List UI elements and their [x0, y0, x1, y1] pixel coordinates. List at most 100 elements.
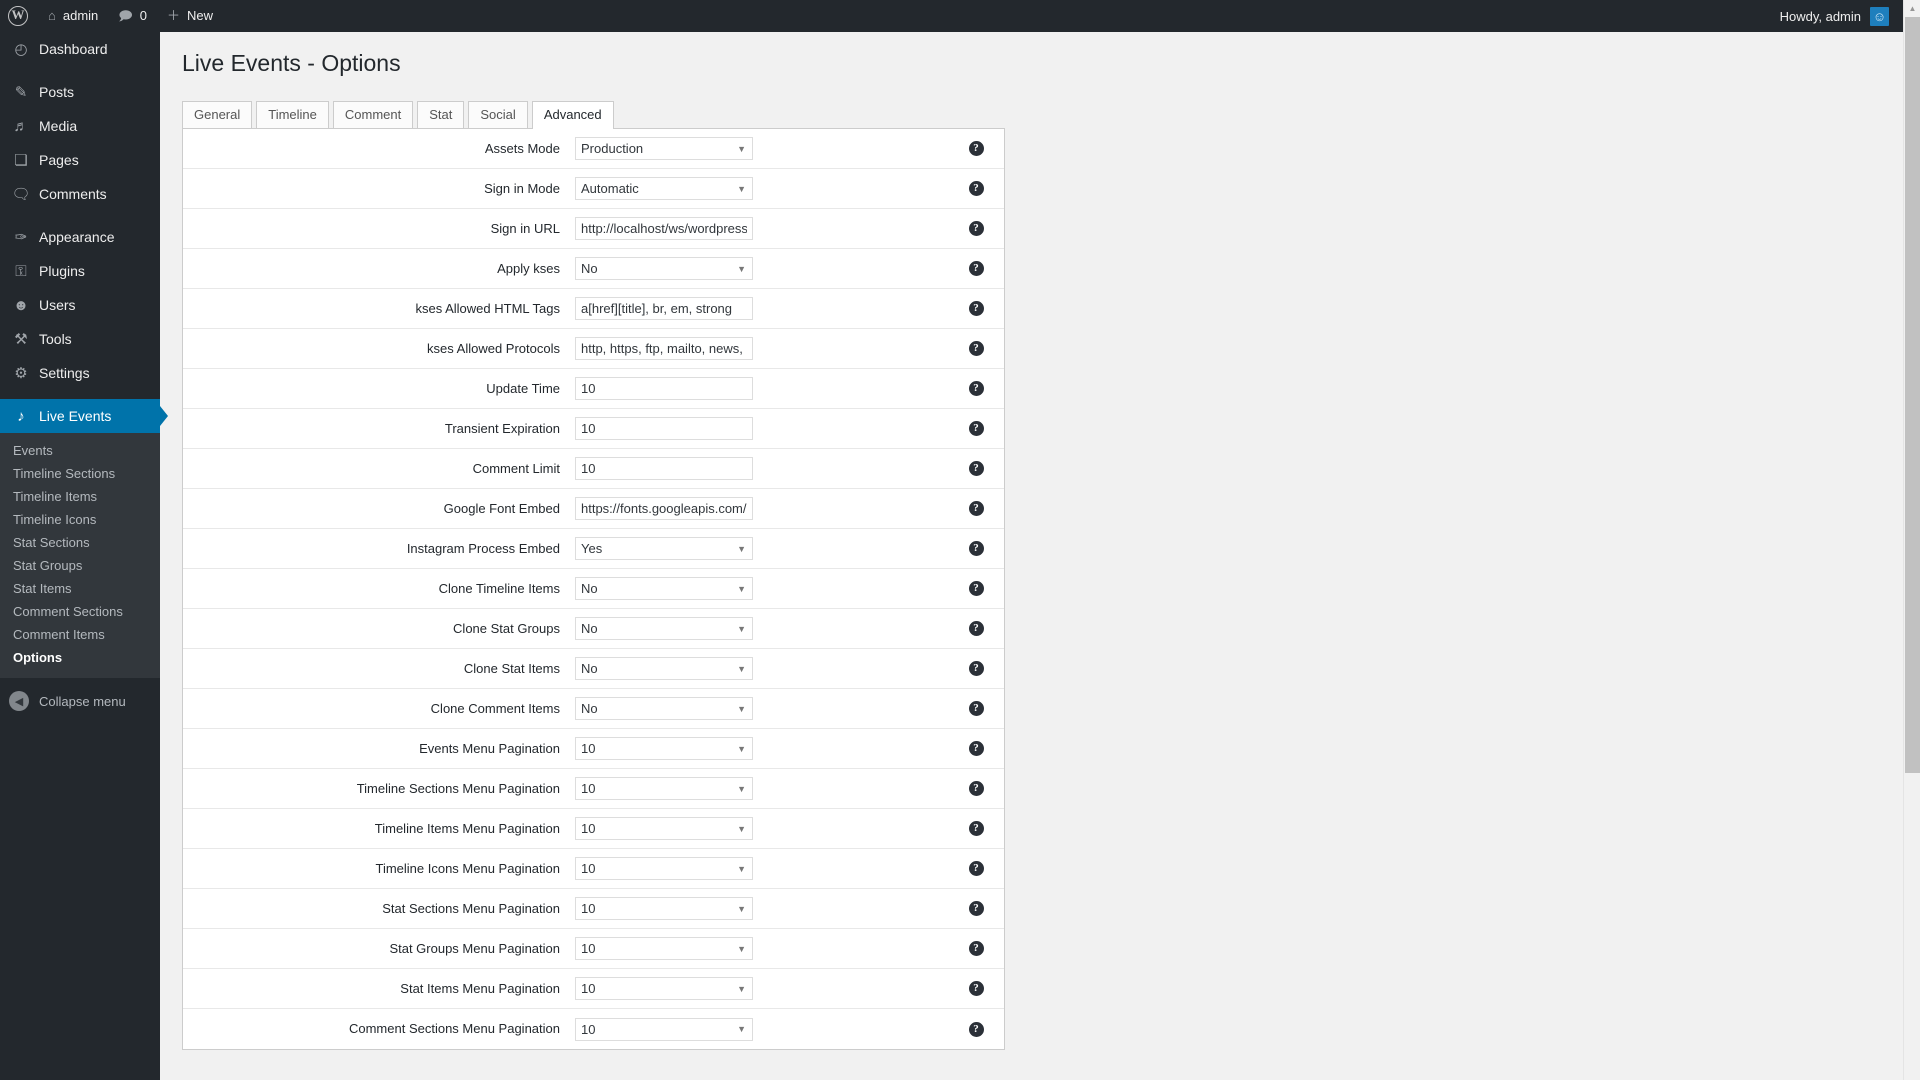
help-icon[interactable]: ? [968, 981, 984, 996]
help-icon[interactable]: ? [968, 621, 984, 636]
timeline-sections-menu-pagination-select[interactable]: 10 ▼ [575, 777, 753, 800]
site-name-menu[interactable]: ⌂ admin [38, 0, 108, 32]
help-icon[interactable]: ? [968, 901, 984, 916]
sidebar-item-settings[interactable]: ⚙ Settings [0, 356, 160, 390]
new-label: New [186, 8, 213, 23]
sign-in-url-input[interactable]: http://localhost/ws/wordpress/wp-logi [575, 217, 753, 240]
plus-icon: ＋ [166, 8, 180, 23]
help-icon[interactable]: ? [968, 461, 984, 476]
sidebar-item-media[interactable]: ♬ Media [0, 109, 160, 143]
events-menu-pagination-select[interactable]: 10 ▼ [575, 737, 753, 760]
tab-comment[interactable]: Comment [332, 101, 414, 129]
comment-sections-menu-pagination-select[interactable]: 10 ▼ [575, 1017, 753, 1041]
sidebar-item-tools[interactable]: ⚒ Tools [0, 322, 160, 356]
help-cell: ? [948, 141, 1004, 156]
tab-general[interactable]: General [182, 101, 253, 129]
assets-mode-select[interactable]: Production ▼ [575, 137, 753, 160]
help-icon[interactable]: ? [968, 941, 984, 956]
help-cell: ? [948, 821, 1004, 836]
stat-groups-menu-pagination-select[interactable]: 10 ▼ [575, 937, 753, 960]
google-font-embed-input[interactable]: https://fonts.googleapis.com/css?famil [575, 497, 753, 520]
tab-timeline[interactable]: Timeline [256, 101, 329, 129]
help-icon[interactable]: ? [968, 381, 984, 396]
help-icon[interactable]: ? [968, 341, 984, 356]
sidebar-item-live-events[interactable]: ♪ Live Events [0, 399, 168, 433]
scrollbar-thumb[interactable] [1905, 17, 1920, 773]
comments-count: 0 [139, 8, 147, 23]
sidebar-item-pages[interactable]: ❏ Pages [0, 143, 160, 177]
help-icon[interactable]: ? [968, 581, 984, 596]
sidebar-item-appearance[interactable]: ✑ Appearance [0, 220, 160, 254]
apply-kses-select[interactable]: No ▼ [575, 257, 753, 280]
sidebar-item-comments[interactable]: 🗨 Comments [0, 177, 160, 211]
sign-in-mode-select[interactable]: Automatic ▼ [575, 177, 753, 200]
help-icon[interactable]: ? [968, 541, 984, 556]
update-time-input[interactable]: 10 [575, 377, 753, 400]
submenu-item-timeline-items[interactable]: Timeline Items [0, 485, 160, 508]
clone-stat-items-select[interactable]: No ▼ [575, 657, 753, 680]
kses-allowed-html-tags-input[interactable]: a[href][title], br, em, strong [575, 297, 753, 320]
help-icon[interactable]: ? [968, 261, 984, 276]
help-icon[interactable]: ? [968, 701, 984, 716]
field-cell: 10 ▼ [575, 777, 948, 800]
page-vertical-scrollbar[interactable]: ▲ [1903, 0, 1920, 1080]
submenu-item-comment-sections[interactable]: Comment Sections [0, 600, 160, 623]
help-icon[interactable]: ? [968, 221, 984, 236]
help-icon[interactable]: ? [968, 421, 984, 436]
field-cell: 10 ▼ [575, 1017, 948, 1041]
submenu-item-stat-items[interactable]: Stat Items [0, 577, 160, 600]
selected-value: 10 [581, 741, 596, 756]
submenu-item-events[interactable]: Events [0, 439, 160, 462]
help-icon[interactable]: ? [968, 661, 984, 676]
form-row: Clone Stat Groups No ▼? [183, 609, 1004, 649]
account-menu[interactable]: Howdy, admin ☺ [1780, 6, 1903, 26]
timeline-icons-menu-pagination-select[interactable]: 10 ▼ [575, 857, 753, 880]
comment-limit-input[interactable]: 10 [575, 457, 753, 480]
sidebar-item-dashboard[interactable]: ◴ Dashboard [0, 32, 160, 66]
tab-advanced[interactable]: Advanced [531, 101, 614, 129]
help-icon[interactable]: ? [968, 1021, 984, 1037]
comments-bubble[interactable]: 🗩 0 [108, 0, 157, 32]
submenu-item-stat-groups[interactable]: Stat Groups [0, 554, 160, 577]
sidebar-item-plugins[interactable]: ⚿ Plugins [0, 254, 160, 288]
submenu-item-options[interactable]: Options [0, 646, 160, 669]
clone-comment-items-select[interactable]: No ▼ [575, 697, 753, 720]
transient-expiration-input[interactable]: 10 [575, 417, 753, 440]
stat-sections-menu-pagination-select[interactable]: 10 ▼ [575, 897, 753, 920]
field-label: Comment Limit [472, 460, 560, 476]
help-icon[interactable]: ? [968, 301, 984, 316]
stat-items-menu-pagination-select[interactable]: 10 ▼ [575, 977, 753, 1000]
scroll-up-arrow-icon[interactable]: ▲ [1904, 0, 1920, 17]
selected-value: 10 [581, 861, 596, 876]
help-icon[interactable]: ? [968, 781, 984, 796]
timeline-items-menu-pagination-select[interactable]: 10 ▼ [575, 817, 753, 840]
help-icon[interactable]: ? [968, 501, 984, 516]
tab-stat[interactable]: Stat [417, 101, 465, 129]
chevron-down-icon: ▼ [737, 623, 746, 634]
submenu-item-timeline-sections[interactable]: Timeline Sections [0, 462, 160, 485]
new-content-menu[interactable]: ＋ New [157, 0, 223, 32]
pin-icon: ✎ [14, 84, 28, 101]
submenu-item-comment-items[interactable]: Comment Items [0, 623, 160, 646]
help-icon[interactable]: ? [968, 861, 984, 876]
form-row: Events Menu Pagination 10 ▼? [183, 729, 1004, 769]
instagram-process-embed-select[interactable]: Yes ▼ [575, 537, 753, 560]
help-icon[interactable]: ? [968, 141, 984, 156]
tab-social[interactable]: Social [468, 101, 528, 129]
wp-logo-menu[interactable] [0, 0, 38, 32]
help-icon[interactable]: ? [968, 741, 984, 756]
help-icon[interactable]: ? [968, 181, 984, 196]
submenu-item-timeline-icons[interactable]: Timeline Icons [0, 508, 160, 531]
collapse-menu-button[interactable]: ◀ Collapse menu [0, 684, 160, 718]
sidebar-menu: ◴ Dashboard ✎ Posts ♬ Media ❏ Pages 🗨 Comments ✑ Ap… [0, 32, 168, 433]
field-cell: No ▼ [575, 697, 948, 720]
field-label: Events Menu Pagination [419, 740, 560, 756]
sidebar-item-posts[interactable]: ✎ Posts [0, 75, 160, 109]
clone-stat-groups-select[interactable]: No ▼ [575, 617, 753, 640]
clone-timeline-items-select[interactable]: No ▼ [575, 577, 753, 600]
kses-allowed-protocols-input[interactable]: http, https, ftp, mailto, news, irc, gop… [575, 337, 753, 360]
selected-value: 10 [581, 1021, 596, 1037]
help-icon[interactable]: ? [968, 821, 984, 836]
submenu-item-stat-sections[interactable]: Stat Sections [0, 531, 160, 554]
sidebar-item-users[interactable]: ☻ Users [0, 288, 160, 322]
